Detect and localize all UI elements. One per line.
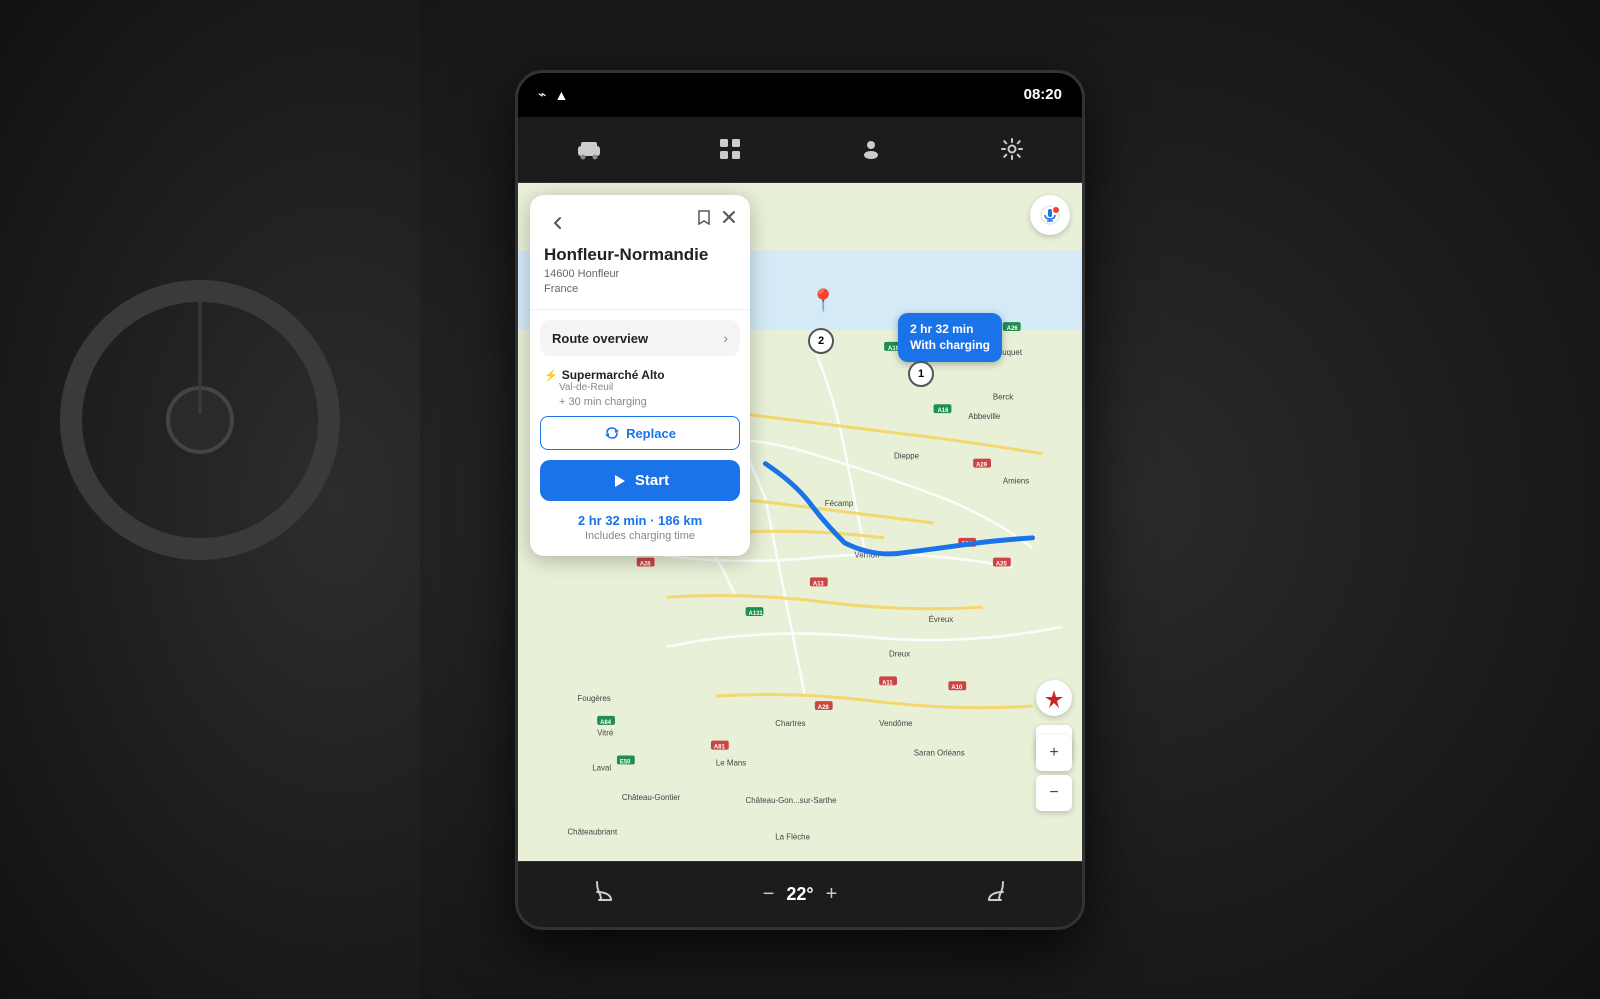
svg-text:A28: A28	[640, 561, 652, 567]
waypoint-marker-2: 2	[808, 328, 834, 354]
charging-stop-name: ⚡ Supermarché Alto	[544, 368, 736, 382]
nav-car-icon[interactable]	[569, 129, 609, 169]
svg-text:A25: A25	[996, 561, 1008, 567]
map-controls: + −	[1036, 735, 1072, 811]
tooltip-line1: 2 hr 32 min	[910, 321, 990, 338]
status-time: 08:20	[1024, 86, 1062, 103]
start-label: Start	[635, 472, 669, 489]
svg-text:Le Mans: Le Mans	[716, 758, 746, 767]
address-line2: France	[544, 283, 578, 295]
status-icons: ⌁ ▲	[538, 86, 568, 103]
destination-name: Honfleur-Normandie	[544, 245, 736, 265]
lightning-icon: ⚡	[544, 369, 558, 382]
temp-minus-button[interactable]: −	[763, 883, 775, 906]
svg-text:Château-Gontier: Château-Gontier	[622, 793, 681, 802]
address-line1: 14600 Honfleur	[544, 268, 619, 280]
svg-text:A16: A16	[938, 408, 950, 414]
temperature-control: − 22° +	[763, 883, 838, 906]
seat-left-icon[interactable]	[591, 878, 617, 910]
tablet: ⌁ ▲ 08:20	[515, 70, 1085, 930]
svg-text:Saran Orléans: Saran Orléans	[914, 748, 965, 757]
steering-wheel-area	[0, 0, 420, 999]
replace-label: Replace	[626, 426, 676, 441]
waypoint-marker-1: 1	[908, 361, 934, 387]
nav-person-icon[interactable]	[851, 129, 891, 169]
card-title: Honfleur-Normandie 14600 Honfleur France	[530, 237, 750, 300]
svg-text:A84: A84	[600, 719, 612, 725]
charging-stop-location: Val-de-Reuil	[559, 382, 736, 393]
status-bar: ⌁ ▲ 08:20	[518, 73, 1082, 117]
svg-text:A10: A10	[951, 685, 963, 691]
destination-pin: 📍	[810, 288, 837, 314]
svg-text:E50: E50	[620, 759, 631, 765]
nav-bar	[518, 117, 1082, 183]
svg-text:Dreux: Dreux	[889, 649, 910, 658]
close-button[interactable]	[722, 210, 736, 229]
seat-right-icon[interactable]	[983, 878, 1009, 910]
svg-text:Château-Gon...sur-Sarthe: Château-Gon...sur-Sarthe	[746, 796, 838, 805]
svg-text:Dieppe: Dieppe	[894, 451, 920, 460]
route-overview-button[interactable]: Route overview ›	[540, 320, 740, 356]
svg-text:Vitré: Vitré	[597, 728, 614, 737]
svg-text:A11: A11	[882, 680, 893, 686]
replace-icon	[604, 425, 620, 441]
card-header-actions	[696, 209, 736, 230]
charging-time: + 30 min charging	[559, 396, 736, 408]
car-interior: ⌁ ▲ 08:20	[0, 0, 1600, 999]
trip-time: 2 hr 32 min · 186 km	[544, 513, 736, 528]
speed-button[interactable]	[1036, 680, 1072, 716]
nav-gear-icon[interactable]	[992, 129, 1032, 169]
zoom-in-button[interactable]: +	[1036, 735, 1072, 771]
navigation-icon: ⌁	[538, 86, 546, 103]
svg-text:A29: A29	[976, 462, 988, 468]
start-icon	[611, 473, 627, 489]
zoom-out-button[interactable]: −	[1036, 775, 1072, 811]
right-panel	[1020, 0, 1600, 999]
svg-text:Châteaubriant: Châteaubriant	[567, 827, 617, 836]
svg-text:A28: A28	[818, 705, 830, 711]
svg-text:A81: A81	[714, 744, 726, 750]
divider	[530, 309, 750, 310]
svg-text:Vendôme: Vendôme	[879, 718, 913, 727]
svg-text:Laval: Laval	[592, 763, 611, 772]
card-header-left	[544, 209, 572, 237]
mic-button[interactable]	[1030, 195, 1070, 235]
trip-includes: Includes charging time	[544, 530, 736, 542]
replace-button[interactable]: Replace	[540, 416, 740, 450]
svg-text:Fougères: Fougères	[577, 694, 610, 703]
steering-wheel	[60, 280, 340, 560]
map-tooltip: 2 hr 32 min With charging	[898, 313, 1002, 363]
svg-text:Berck: Berck	[993, 392, 1013, 401]
nav-grid-icon[interactable]	[710, 129, 750, 169]
svg-text:A26: A26	[1007, 326, 1019, 332]
svg-text:A13: A13	[813, 581, 825, 587]
svg-text:Évreux: Évreux	[929, 614, 954, 623]
temp-value: 22°	[786, 884, 813, 905]
start-button[interactable]: Start	[540, 460, 740, 501]
charging-stop-info: ⚡ Supermarché Alto Val-de-Reuil + 30 min…	[530, 362, 750, 416]
map-container: A26 A16 A16 A29 A13 A25 A13 A131	[518, 183, 1082, 861]
destination-address: 14600 Honfleur France	[544, 267, 736, 298]
route-card: Honfleur-Normandie 14600 Honfleur France…	[530, 195, 750, 557]
card-header	[530, 195, 750, 237]
back-button[interactable]	[544, 209, 572, 237]
bottom-bar: − 22° +	[518, 861, 1082, 927]
svg-text:A131: A131	[749, 611, 764, 617]
route-overview-label: Route overview	[552, 331, 648, 346]
svg-text:La Flèche: La Flèche	[775, 832, 810, 841]
trip-info: 2 hr 32 min · 186 km Includes charging t…	[530, 509, 750, 556]
svg-text:Chartres: Chartres	[775, 718, 805, 727]
svg-text:Abbeville: Abbeville	[968, 412, 1001, 421]
chevron-right-icon: ›	[723, 330, 728, 346]
bookmark-button[interactable]	[696, 209, 712, 230]
svg-text:Amiens: Amiens	[1003, 476, 1029, 485]
svg-text:Fécamp: Fécamp	[825, 499, 854, 508]
temp-plus-button[interactable]: +	[826, 883, 838, 906]
tooltip-line2: With charging	[910, 337, 990, 354]
wifi-icon: ▲	[554, 87, 568, 103]
